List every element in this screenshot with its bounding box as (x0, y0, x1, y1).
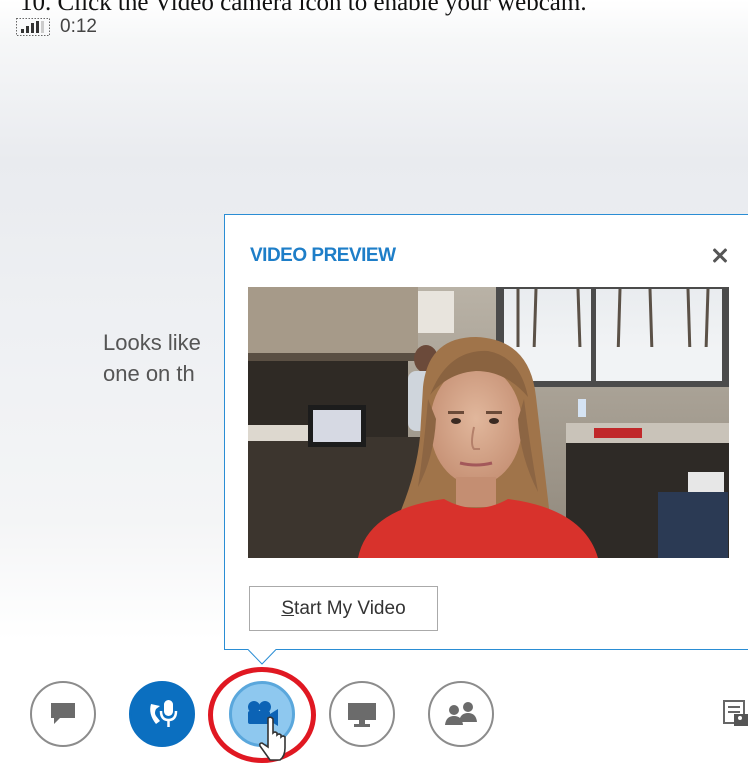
conversation-message: Looks like one on th (103, 327, 201, 389)
video-preview-popup: VIDEO PREVIEW Start My Video (224, 214, 748, 650)
message-line-2: one on th (103, 361, 195, 386)
webcam-preview (248, 287, 729, 558)
speech-bubble-icon (51, 703, 75, 724)
message-line-1: Looks like (103, 330, 201, 355)
start-my-video-button[interactable]: Start My Video (249, 586, 438, 631)
call-status: 0:12 (16, 16, 97, 38)
monitor-icon (348, 703, 376, 727)
call-button[interactable] (129, 681, 195, 747)
participants-button[interactable] (428, 681, 494, 747)
signal-strength-icon (16, 18, 50, 36)
instruction-text: 10. Click the Video camera icon to enabl… (20, 0, 587, 16)
instant-message-button[interactable] (30, 681, 96, 747)
video-camera-icon (248, 701, 278, 726)
start-my-video-label: tart My Video (294, 597, 406, 619)
call-duration: 0:12 (60, 16, 97, 37)
content-sharing-icon[interactable] (722, 698, 748, 728)
webcam-preview-image (248, 287, 729, 558)
video-preview-title: VIDEO PREVIEW (250, 245, 396, 266)
people-icon (445, 702, 477, 725)
start-my-video-mnemonic: S (281, 597, 295, 619)
video-button[interactable] (229, 681, 295, 747)
present-button[interactable] (329, 681, 395, 747)
popup-pointer-icon (248, 649, 276, 665)
phone-microphone-icon (150, 700, 178, 727)
close-icon[interactable] (708, 243, 732, 267)
